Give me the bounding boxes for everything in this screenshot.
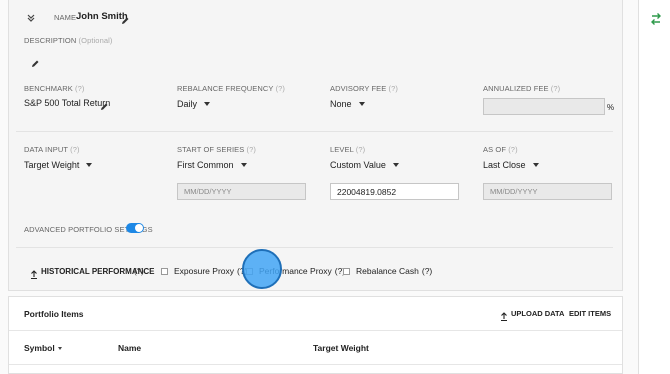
- column-header-target-weight[interactable]: Target Weight: [313, 343, 369, 353]
- chevron-down-icon: [240, 163, 247, 167]
- benchmark-help[interactable]: (?): [75, 84, 84, 93]
- exposure-proxy-label: Exposure Proxy: [174, 266, 234, 276]
- rebalance-cash-label: Rebalance Cash: [356, 266, 419, 276]
- level-value: Custom Value: [330, 160, 386, 170]
- annualized-fee-input[interactable]: [483, 98, 605, 115]
- annualized-fee-label: ANNUALIZED FEE (?): [483, 84, 560, 93]
- data-input-dropdown[interactable]: Target Weight: [24, 160, 93, 170]
- section-divider: [16, 131, 613, 132]
- swap-arrows-icon[interactable]: [647, 10, 665, 28]
- rebalance-frequency-dropdown[interactable]: Daily: [177, 99, 211, 109]
- start-of-series-label: START OF SERIES (?): [177, 145, 256, 154]
- exposure-proxy-checkbox[interactable]: [161, 267, 168, 275]
- level-label-text: LEVEL: [330, 145, 354, 154]
- name-value: John Smith: [76, 11, 128, 22]
- edit-benchmark-pencil-icon[interactable]: [100, 98, 109, 110]
- annualized-fee-help[interactable]: (?): [551, 84, 560, 93]
- collapse-chevron-icon[interactable]: [26, 10, 36, 22]
- table-row-divider: [9, 364, 622, 365]
- historical-performance-help[interactable]: (?): [134, 267, 144, 276]
- edit-description-pencil-icon[interactable]: [31, 55, 40, 67]
- as-of-value: Last Close: [483, 160, 526, 170]
- portfolio-items-card: [8, 296, 623, 374]
- right-side-rail: [638, 0, 670, 374]
- upload-arrow-icon: [30, 266, 38, 280]
- column-header-symbol[interactable]: Symbol: [24, 343, 62, 353]
- chevron-down-icon: [532, 163, 539, 167]
- rebalance-cash-checkbox[interactable]: [343, 267, 350, 275]
- level-label: LEVEL (?): [330, 145, 365, 154]
- portfolio-items-title: Portfolio Items: [24, 309, 84, 319]
- data-input-label: DATA INPUT (?): [24, 145, 80, 154]
- exposure-proxy-option[interactable]: Exposure Proxy (?): [161, 266, 247, 276]
- column-header-symbol-label: Symbol: [24, 343, 55, 353]
- as-of-dropdown[interactable]: Last Close: [483, 160, 539, 170]
- chevron-down-icon: [392, 163, 399, 167]
- chevron-down-icon: [86, 163, 93, 167]
- benchmark-label: BENCHMARK (?): [24, 84, 84, 93]
- rebalance-frequency-value: Daily: [177, 99, 198, 109]
- annualized-fee-percent: %: [607, 103, 615, 112]
- rebalance-frequency-help[interactable]: (?): [276, 84, 285, 93]
- benchmark-value: S&P 500 Total Return: [24, 98, 111, 108]
- advisory-fee-dropdown[interactable]: None: [330, 99, 365, 109]
- advisory-fee-value: None: [330, 99, 352, 109]
- advisory-fee-label: ADVISORY FEE (?): [330, 84, 398, 93]
- description-label-text: DESCRIPTION: [24, 36, 77, 45]
- section-divider: [16, 247, 613, 248]
- upload-icon: [500, 308, 508, 322]
- upload-data-button[interactable]: UPLOAD DATA: [511, 309, 564, 318]
- start-of-series-label-text: START OF SERIES: [177, 145, 245, 154]
- rebalance-cash-option[interactable]: Rebalance Cash (?): [343, 266, 432, 276]
- data-input-help[interactable]: (?): [70, 145, 79, 154]
- click-indicator: [242, 249, 282, 289]
- chevron-down-icon: [204, 102, 211, 106]
- data-input-label-text: DATA INPUT: [24, 145, 68, 154]
- level-help[interactable]: (?): [356, 145, 365, 154]
- start-of-series-value: First Common: [177, 160, 234, 170]
- description-optional: (Optional): [78, 36, 113, 45]
- sort-arrow-icon: [57, 346, 62, 350]
- as-of-help[interactable]: (?): [508, 145, 517, 154]
- toggle-knob: [135, 224, 143, 232]
- description-label: DESCRIPTION (Optional): [24, 36, 112, 45]
- level-dropdown[interactable]: Custom Value: [330, 160, 399, 170]
- rebalance-frequency-label: REBALANCE FREQUENCY (?): [177, 84, 285, 93]
- as-of-label-text: AS OF: [483, 145, 507, 154]
- advanced-settings-toggle[interactable]: [126, 223, 144, 233]
- edit-items-button[interactable]: EDIT ITEMS: [569, 309, 611, 318]
- advisory-fee-help[interactable]: (?): [389, 84, 398, 93]
- as-of-label: AS OF (?): [483, 145, 518, 154]
- start-of-series-date-input[interactable]: MM/DD/YYYY: [177, 183, 306, 200]
- name-label: NAME: [54, 13, 77, 22]
- chevron-down-icon: [358, 102, 365, 106]
- column-header-name[interactable]: Name: [118, 343, 141, 353]
- advisory-fee-label-text: ADVISORY FEE: [330, 84, 387, 93]
- start-of-series-help[interactable]: (?): [247, 145, 256, 154]
- data-input-value: Target Weight: [24, 160, 80, 170]
- benchmark-label-text: BENCHMARK: [24, 84, 73, 93]
- level-value-input[interactable]: 22004819.0852: [330, 183, 459, 200]
- page: NAME John Smith DESCRIPTION (Optional) B…: [0, 0, 670, 374]
- rebalance-cash-help[interactable]: (?): [422, 266, 432, 276]
- start-of-series-dropdown[interactable]: First Common: [177, 160, 247, 170]
- portfolio-editor: NAME John Smith DESCRIPTION (Optional) B…: [0, 0, 626, 374]
- annualized-fee-label-text: ANNUALIZED FEE: [483, 84, 549, 93]
- as-of-date-input[interactable]: MM/DD/YYYY: [483, 183, 612, 200]
- edit-name-pencil-icon[interactable]: [121, 12, 130, 24]
- rebalance-frequency-label-text: REBALANCE FREQUENCY: [177, 84, 274, 93]
- table-divider: [9, 330, 622, 331]
